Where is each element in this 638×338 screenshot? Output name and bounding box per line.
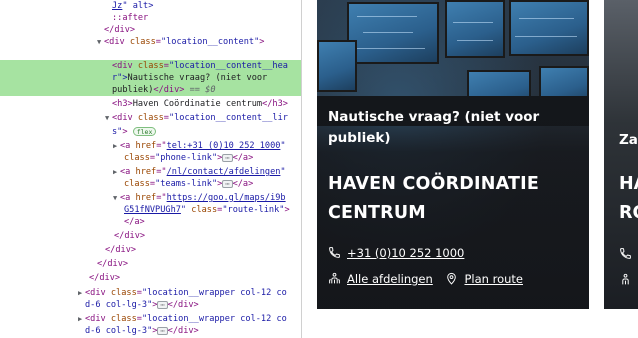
dom-line[interactable]: ▼ <div class="location__content"> [0, 36, 301, 48]
location-card-partial: Za HARC [604, 0, 638, 309]
dom-line[interactable]: s"> flex [0, 126, 301, 138]
collapsed-content-icon[interactable]: ⋯ [157, 300, 168, 309]
people-icon [622, 273, 629, 285]
collapsed-content-icon[interactable]: ⋯ [157, 326, 168, 335]
dom-line[interactable]: Jz" alt> [0, 0, 301, 12]
flex-badge[interactable]: flex [132, 127, 157, 136]
dom-line[interactable]: d-6 col-lg-3"> ⋯ </div> [0, 325, 301, 337]
dom-line[interactable]: ▼ <div class="location__content__lir [0, 112, 301, 124]
phone-icon [620, 248, 631, 259]
dom-line[interactable]: ▼ <a href="https://goo.gl/maps/i9b [0, 192, 301, 204]
route-link[interactable]: Plan route [464, 272, 523, 286]
dom-line[interactable]: <h3>Haven Coördinatie centrum</h3> [0, 98, 301, 110]
location-pin-icon [447, 272, 457, 285]
dom-line-selected[interactable]: publiek)</div> == $0 [0, 84, 301, 96]
dom-line[interactable]: </div> [0, 258, 301, 270]
dom-line[interactable]: </div> [0, 24, 301, 36]
phone-icon [329, 247, 340, 258]
card-title-partial: HARC [619, 174, 638, 223]
expand-triangle-icon[interactable]: ▶ [78, 287, 85, 299]
dom-line[interactable]: </a> [0, 216, 301, 228]
selected-node-marker: == $0 [184, 85, 216, 95]
people-icon [329, 272, 340, 284]
dom-line[interactable]: </div> [0, 230, 301, 242]
monitor-screen [509, 0, 589, 56]
href-link[interactable]: /nl/contact/afdelingen [167, 167, 281, 177]
expand-triangle-icon[interactable]: ▼ [97, 36, 104, 48]
card-subtitle: Nautische vraag? (niet voor publiek) [328, 109, 540, 146]
phone-link[interactable]: +31 (0)10 252 1000 [347, 246, 464, 260]
card-subtitle-partial: Za [619, 132, 638, 148]
dom-line[interactable]: ▶ <div class="location__wrapper col-12 co [0, 287, 301, 299]
monitor-screen [445, 0, 505, 58]
dom-line[interactable]: ▶ <div class="location__wrapper col-12 co [0, 313, 301, 325]
dom-line[interactable]: ::after [0, 12, 301, 24]
href-link[interactable]: G51fNVPUGh7 [124, 205, 181, 215]
expand-triangle-icon[interactable]: ▶ [78, 313, 85, 325]
dom-line-selected[interactable]: <div class="location__content__hea [0, 60, 301, 72]
dom-line[interactable]: ▶ <a href="/nl/contact/afdelingen" [0, 166, 301, 178]
monitor-screen [347, 2, 439, 64]
dom-line[interactable]: class="phone-link"> ⋯ </a> [0, 152, 301, 164]
website-viewport: Nautische vraag? (niet voor publiek) HAV… [302, 0, 638, 338]
phone-row: +31 (0)10 252 1000 [328, 245, 464, 261]
dom-line[interactable]: class="teams-link"> ⋯ </a> [0, 178, 301, 190]
href-link[interactable]: https://goo.gl/maps/i9b [167, 193, 286, 203]
monitor-screen [317, 40, 357, 92]
expand-triangle-icon[interactable]: ▼ [113, 192, 120, 204]
location-card: Nautische vraag? (niet voor publiek) HAV… [317, 0, 589, 309]
dom-line[interactable]: </div> [0, 272, 301, 284]
dom-line[interactable]: ▶ <a href="tel:+31 (0)10 252 1000" [0, 140, 301, 152]
href-link[interactable]: tel:+31 (0)10 252 1000 [167, 141, 281, 151]
dom-line-selected[interactable]: r">Nautische vraag? (niet voor [0, 72, 301, 84]
devtools-elements-panel: Jz" alt> ::after </div> ▼ <div class="loc… [0, 0, 302, 338]
dom-line[interactable]: </div> [0, 244, 301, 256]
collapsed-content-icon[interactable]: ⋯ [222, 179, 233, 188]
dom-line[interactable]: d-6 col-lg-3"> ⋯ </div> [0, 299, 301, 311]
expand-triangle-icon[interactable]: ▼ [105, 112, 112, 124]
expand-triangle-icon[interactable]: ▶ [113, 140, 120, 152]
collapsed-content-icon[interactable]: ⋯ [222, 153, 233, 162]
attr-value-link[interactable]: Jz [112, 1, 122, 11]
departments-link[interactable]: Alle afdelingen [347, 272, 433, 286]
expand-triangle-icon[interactable]: ▶ [113, 166, 120, 178]
dom-line[interactable]: G51fNVPUGh7" class="route-link"> [0, 204, 301, 216]
card-title: HAVEN COÖRDINATIE CENTRUM [328, 174, 539, 223]
links-row: Alle afdelingen Plan route [328, 271, 523, 287]
pseudo-element: ::after [112, 13, 149, 23]
